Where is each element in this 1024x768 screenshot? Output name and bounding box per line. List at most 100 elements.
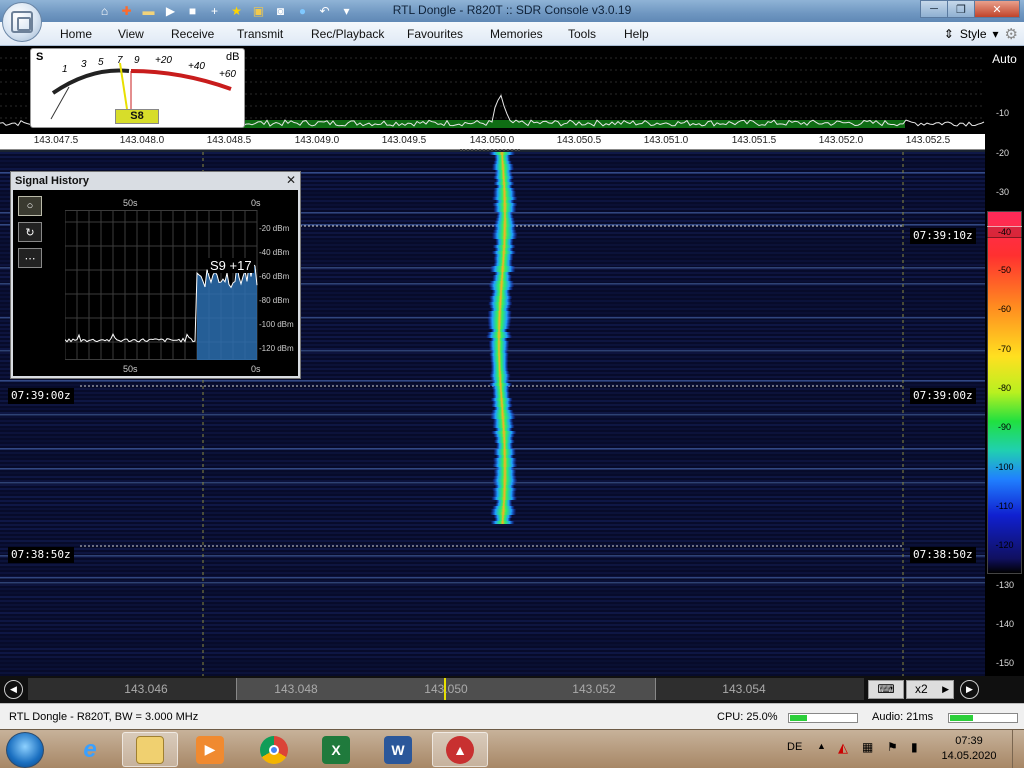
s-scale-plus60: +60 <box>219 69 236 80</box>
freq-tick-label: 143.052.5 <box>905 135 951 146</box>
stop-icon[interactable]: ■ <box>183 2 202 20</box>
menu-receive[interactable]: Receive <box>171 27 214 41</box>
language-indicator[interactable]: DE <box>787 741 802 753</box>
lifebuoy-icon[interactable]: ✚ <box>117 2 136 20</box>
taskbar-file-explorer[interactable] <box>122 732 178 767</box>
freq-tick-label: 143.050.5 <box>556 135 602 146</box>
time-label-right: 07:39:10z <box>910 228 976 244</box>
style-label: Style <box>959 27 987 41</box>
cpu-meter <box>788 713 858 723</box>
app-logo-icon <box>11 11 33 33</box>
menu-tools[interactable]: Tools <box>568 27 596 41</box>
menu-favourites[interactable]: Favourites <box>407 27 463 41</box>
chevron-right-icon: ▶ <box>942 684 949 694</box>
minimize-button[interactable]: ─ <box>920 0 948 18</box>
status-bar: RTL Dongle - R820T, BW = 3.000 MHz CPU: … <box>0 703 1024 729</box>
tuning-bar[interactable]: ◀ 143.046 143.048 143.050 143.052 143.054 ⌨ … <box>0 676 1024 703</box>
signal-history-db-label: -20 dBm <box>259 224 290 233</box>
time-label-right: 07:38:50z <box>910 547 976 563</box>
freq-tick-label: 143.048.0 <box>119 135 165 146</box>
keyboard-button[interactable]: ⌨ <box>868 680 904 699</box>
db-tick: -140 <box>996 619 1015 629</box>
tuning-freq-label: 143.054 <box>722 682 766 696</box>
db-tick: -130 <box>996 580 1015 590</box>
db-tick: -10 <box>996 108 1010 118</box>
close-button[interactable]: ✕ <box>974 0 1020 18</box>
close-icon[interactable]: ✕ <box>286 173 296 187</box>
db-tick: -30 <box>996 187 1010 197</box>
start-button[interactable] <box>6 732 44 768</box>
ribbon-menu: Home View Receive Transmit Rec/Playback … <box>0 22 1024 46</box>
dropdown-icon[interactable]: ▾ <box>337 2 356 20</box>
s-scale-1: 1 <box>62 64 68 75</box>
menu-memories[interactable]: Memories <box>490 27 543 41</box>
more-button[interactable]: ⋯ <box>18 248 42 268</box>
menu-help[interactable]: Help <box>624 27 649 41</box>
quick-access-toolbar: ⌂ ✚ ▬ ▶ ■ + ★ ▣ ◙ ● ↶ ▾ <box>50 2 356 20</box>
tuning-freq-label: 143.050 <box>424 682 468 696</box>
s-scale-5: 5 <box>98 57 104 68</box>
menu-rec-playback[interactable]: Rec/Playback <box>311 27 384 41</box>
antivirus-icon[interactable]: ◭ <box>838 740 848 756</box>
signal-history-body: ○ ↻ ⋯ 50s 0s 50s 0s -20 dBm -40 dBm -60 dB… <box>13 190 298 376</box>
tuning-freq-label: 143.046 <box>124 682 168 696</box>
taskbar-word[interactable]: W <box>370 732 426 767</box>
signal-history-db-label: -100 dBm <box>259 320 294 329</box>
zoom-button[interactable]: x2 ▶ <box>906 680 954 699</box>
style-selector[interactable]: ⇕ Style ▾ ⚙ <box>944 25 1018 43</box>
word-icon: W <box>384 735 412 764</box>
menu-transmit[interactable]: Transmit <box>237 27 283 41</box>
gear-icon[interactable]: ⚙ <box>1005 25 1018 43</box>
lock-icon[interactable]: ▣ <box>249 2 268 20</box>
s-scale-3: 3 <box>81 59 87 70</box>
water-drop-icon[interactable]: ● <box>293 2 312 20</box>
action-center-icon[interactable]: ⚑ <box>887 740 898 754</box>
camera-icon[interactable]: ◙ <box>271 2 290 20</box>
app-menu-button[interactable] <box>2 2 42 42</box>
scroll-left-button[interactable]: ◀ <box>4 680 23 699</box>
color-scale-label: -60 <box>997 304 1011 314</box>
star-icon[interactable]: ★ <box>227 2 246 20</box>
home-icon[interactable]: ⌂ <box>95 2 114 20</box>
freq-tick-label: 143.052.0 <box>818 135 864 146</box>
zoom-label: x2 <box>915 682 928 696</box>
freq-tick-label: 143.050.0 <box>469 135 515 146</box>
audio-label: Audio: 21ms <box>872 711 934 723</box>
tuning-freq-label: 143.052 <box>572 682 616 696</box>
menu-view[interactable]: View <box>118 27 144 41</box>
freq-tick-label: 143.047.5 <box>33 135 79 146</box>
add-icon[interactable]: + <box>205 2 224 20</box>
color-scale-label: -100 <box>995 462 1014 472</box>
chevron-down-icon: ▾ <box>992 27 999 41</box>
taskbar-sdr-console[interactable]: ▲ <box>432 732 488 767</box>
menu-home[interactable]: Home <box>60 27 92 41</box>
record-button[interactable]: ○ <box>18 196 42 216</box>
clock-time: 07:39 <box>955 735 983 747</box>
signal-history-panel[interactable]: Signal History ✕ ○ ↻ ⋯ 50s 0s 50s 0s -20… <box>10 171 301 379</box>
reset-button[interactable]: ↻ <box>18 222 42 242</box>
system-clock[interactable]: 07:39 14.05.2020 <box>934 734 1004 764</box>
play-icon[interactable]: ▶ <box>161 2 180 20</box>
taskbar-media-player[interactable]: ▶ <box>182 732 238 767</box>
show-desktop-button[interactable] <box>1012 730 1024 768</box>
auto-range-button[interactable]: Auto <box>985 52 1024 66</box>
db-tick: -20 <box>996 148 1010 158</box>
scroll-right-button[interactable]: ▶ <box>960 680 979 699</box>
freq-tick-label: 143.051.5 <box>731 135 777 146</box>
db-tick: -150 <box>996 658 1015 668</box>
maximize-button[interactable]: ❐ <box>947 0 975 18</box>
signal-strength-icon[interactable]: ▮ <box>911 740 918 754</box>
taskbar-internet-explorer[interactable]: e <box>62 732 118 767</box>
tray-expand-icon[interactable]: ▲ <box>817 741 826 751</box>
frequency-scale[interactable]: 143.047.5 143.048.0 143.048.5 143.049.0 143.… <box>0 134 985 150</box>
taskbar-excel[interactable]: X <box>308 732 364 767</box>
taskbar-chrome[interactable] <box>246 732 302 767</box>
s-scale-plus20: +20 <box>155 55 172 66</box>
s-scale-9: 9 <box>134 55 140 66</box>
folder-icon[interactable]: ▬ <box>139 2 158 20</box>
network-icon[interactable]: ▦ <box>862 740 873 754</box>
tuning-strip[interactable]: 143.046 143.048 143.050 143.052 143.054 <box>28 678 864 700</box>
undo-icon[interactable]: ↶ <box>315 2 334 20</box>
color-scale-label: -50 <box>997 265 1011 275</box>
file-explorer-icon <box>136 735 164 764</box>
